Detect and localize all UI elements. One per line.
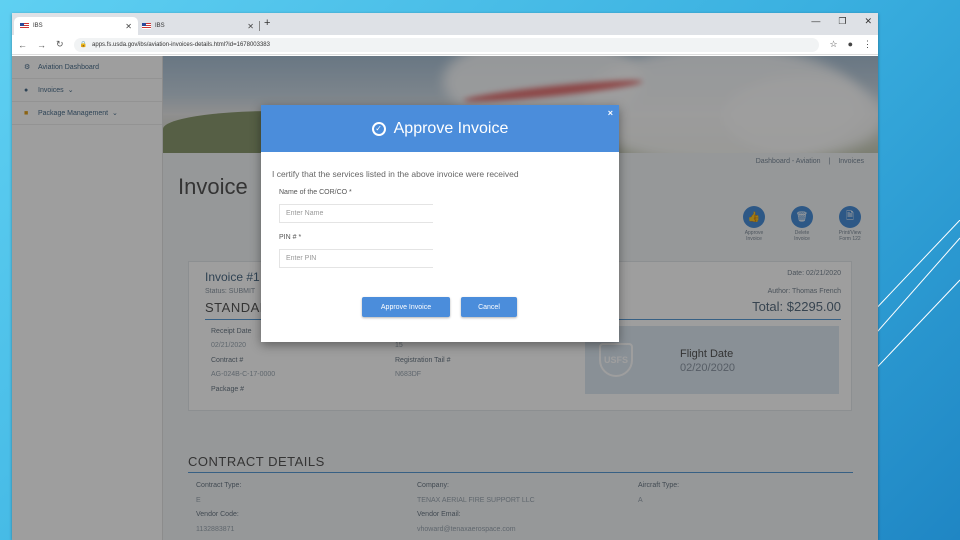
approve-invoice-modal: ✓ Approve Invoice × I certify that the s… bbox=[261, 105, 619, 342]
profile-icon[interactable]: ● bbox=[848, 39, 853, 50]
pin-input[interactable]: Enter PIN bbox=[279, 249, 433, 268]
close-window-icon[interactable]: ✕ bbox=[864, 16, 872, 27]
name-field-label: Name of the COR/CO * bbox=[279, 189, 352, 196]
address-bar[interactable]: 🔒 apps.fs.usda.gov/ibs/aviation-invoices… bbox=[73, 37, 820, 52]
tab-label: IBS bbox=[33, 23, 43, 29]
flag-icon bbox=[142, 23, 151, 29]
tab-separator bbox=[259, 21, 260, 31]
name-input[interactable]: Enter Name bbox=[279, 204, 433, 223]
forward-icon[interactable]: → bbox=[37, 40, 46, 50]
check-circle-icon: ✓ bbox=[371, 121, 386, 136]
modal-header: ✓ Approve Invoice × bbox=[261, 105, 619, 152]
browser-toolbar: ← → ↻ 🔒 apps.fs.usda.gov/ibs/aviation-in… bbox=[12, 35, 878, 55]
pin-field-label: PIN # * bbox=[279, 234, 302, 241]
browser-tab-2[interactable]: IBS ✕ bbox=[136, 17, 260, 35]
modal-title: Approve Invoice bbox=[393, 119, 509, 137]
close-icon[interactable]: × bbox=[608, 108, 613, 118]
menu-icon[interactable]: ⋮ bbox=[863, 39, 872, 50]
maximize-icon[interactable]: ❐ bbox=[838, 16, 846, 27]
browser-window: IBS ✕ IBS ✕ + — ❐ ✕ ← → ↻ 🔒 apps.fs.usda… bbox=[12, 13, 878, 540]
url-text: apps.fs.usda.gov/ibs/aviation-invoices-d… bbox=[92, 41, 270, 48]
browser-tab-1[interactable]: IBS ✕ bbox=[14, 17, 138, 35]
approve-invoice-button[interactable]: Approve Invoice bbox=[362, 297, 450, 317]
tab-strip: IBS ✕ IBS ✕ + — ❐ ✕ bbox=[12, 13, 878, 35]
window-controls: — ❐ ✕ bbox=[811, 16, 872, 27]
decorative-lines bbox=[870, 220, 960, 376]
close-tab-icon[interactable]: ✕ bbox=[125, 22, 132, 31]
minimize-icon[interactable]: — bbox=[811, 16, 820, 27]
flag-icon bbox=[20, 23, 29, 29]
reload-icon[interactable]: ↻ bbox=[56, 39, 64, 50]
cancel-button[interactable]: Cancel bbox=[461, 297, 517, 317]
close-tab-icon[interactable]: ✕ bbox=[247, 22, 254, 31]
certification-text: I certify that the services listed in th… bbox=[272, 169, 519, 179]
back-icon[interactable]: ← bbox=[18, 40, 27, 50]
new-tab-icon[interactable]: + bbox=[264, 17, 270, 29]
star-icon[interactable]: ☆ bbox=[829, 39, 837, 50]
tab-label: IBS bbox=[155, 23, 165, 29]
lock-icon: 🔒 bbox=[79, 42, 88, 48]
